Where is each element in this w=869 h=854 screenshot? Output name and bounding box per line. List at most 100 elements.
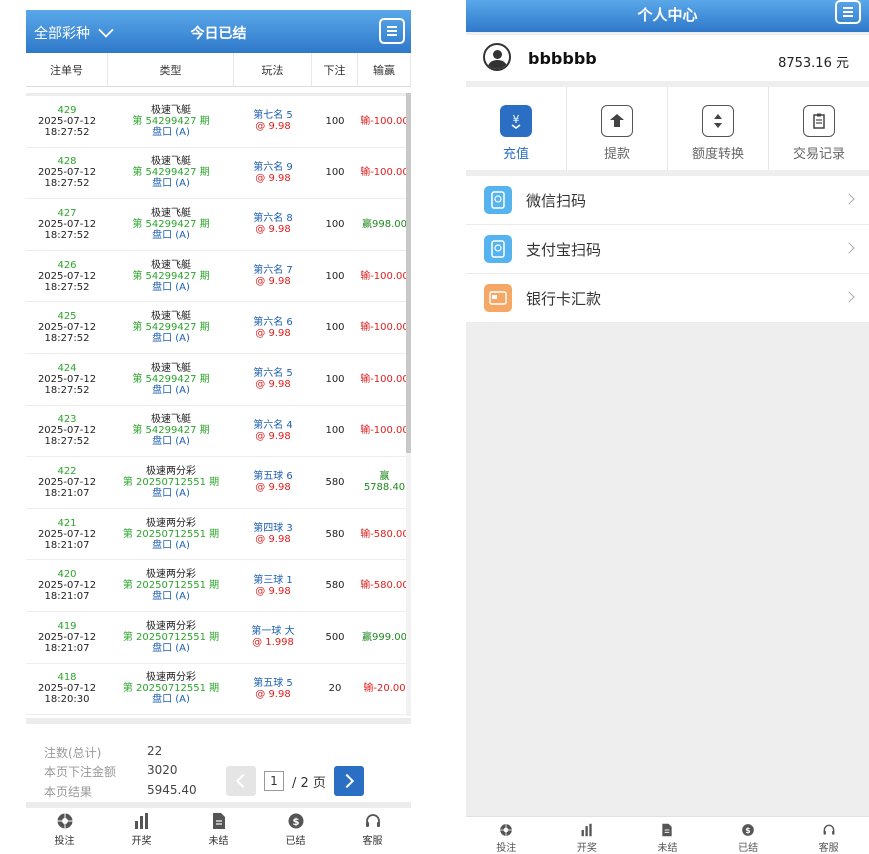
table-row[interactable]: 421 2025-07-12 18:21:07 极速两分彩第 20250712551 … bbox=[26, 509, 411, 561]
result-cell: 输-20.00 bbox=[358, 664, 411, 715]
tab-draw[interactable]: 开奖 bbox=[103, 808, 180, 854]
tab-unsettled[interactable]: 未结 bbox=[180, 808, 257, 854]
menu-icon-bar bbox=[843, 15, 853, 17]
alipay-item[interactable]: 支付宝扫码 bbox=[466, 225, 869, 274]
withdraw-button[interactable]: 提款 bbox=[567, 87, 668, 170]
transactions-button[interactable]: 交易记录 bbox=[769, 87, 869, 170]
odds: @ 9.98 bbox=[255, 379, 291, 391]
prev-page-button[interactable] bbox=[226, 766, 256, 796]
tab-label: 客服 bbox=[362, 836, 383, 847]
scrollbar[interactable] bbox=[406, 93, 411, 716]
bet-id-cell: 420 2025-07-12 18:21:07 bbox=[26, 560, 108, 611]
deposit-button[interactable]: ¥ 充值 bbox=[466, 87, 567, 170]
summary-amount: 本页下注金额 3020 bbox=[44, 763, 178, 780]
result-value: -100.00 bbox=[370, 270, 409, 282]
pan-label: 盘口 (A) bbox=[152, 539, 190, 551]
payment-methods: 微信扫码 支付宝扫码 银行卡汇款 bbox=[466, 176, 869, 323]
bank-transfer-item[interactable]: 银行卡汇款 bbox=[466, 274, 869, 323]
type-cell: 极速飞艇第 54299427 期盘口 (A) bbox=[108, 302, 234, 353]
result-value: -100.00 bbox=[370, 115, 409, 127]
tab-bet[interactable]: 投注 bbox=[26, 808, 103, 854]
issue-number: 第 54299427 期 bbox=[132, 270, 210, 282]
bet-time: 18:27:52 bbox=[44, 229, 90, 241]
stake-cell: 100 bbox=[312, 199, 358, 250]
type-cell: 极速飞艇第 54299427 期盘口 (A) bbox=[108, 251, 234, 302]
bet-date: 2025-07-12 bbox=[37, 683, 97, 695]
bet-date: 2025-07-12 bbox=[37, 580, 97, 592]
result-prefix: 输 bbox=[360, 270, 371, 282]
scrollbar-thumb[interactable] bbox=[406, 93, 411, 453]
bet-date: 2025-07-12 bbox=[37, 631, 97, 643]
issue-number: 第 20250712551 期 bbox=[122, 631, 220, 643]
play-name: 第六名 4 bbox=[253, 419, 293, 431]
result-cell: 输-100.00 bbox=[358, 251, 411, 302]
tab-settled[interactable]: $ 已结 bbox=[257, 808, 334, 854]
summary-result: 本页结果 5945.40 bbox=[44, 783, 197, 800]
menu-button[interactable] bbox=[379, 18, 405, 44]
result: 输-100.00 bbox=[360, 116, 409, 127]
result-prefix: 输 bbox=[360, 373, 371, 385]
tab-label: 已结 bbox=[285, 836, 306, 847]
tab-bet[interactable]: 投注 bbox=[466, 817, 547, 854]
transfer-button[interactable]: 额度转换 bbox=[668, 87, 769, 170]
result-prefix: 输 bbox=[360, 580, 371, 592]
pagination: 1 / 2 页 bbox=[226, 766, 364, 796]
bet-date: 2025-07-12 bbox=[37, 425, 97, 437]
table-row[interactable]: 425 2025-07-12 18:27:52 极速飞艇第 54299427 期盘口 … bbox=[26, 302, 411, 354]
stake-cell: 100 bbox=[312, 302, 358, 353]
table-row[interactable]: 420 2025-07-12 18:21:07 极速两分彩第 20250712551 … bbox=[26, 560, 411, 612]
bet-id-cell: 426 2025-07-12 18:27:52 bbox=[26, 251, 108, 302]
tab-draw[interactable]: 开奖 bbox=[547, 817, 628, 854]
table-row[interactable]: 424 2025-07-12 18:27:52 极速飞艇第 54299427 期盘口 … bbox=[26, 354, 411, 406]
result-prefix: 输 bbox=[360, 167, 371, 179]
summary-count-label: 注数(总计) bbox=[44, 746, 102, 760]
bet-id-cell: 418 2025-07-12 18:20:30 bbox=[26, 664, 108, 715]
bet-id: 423 bbox=[57, 414, 77, 426]
table-row[interactable]: 426 2025-07-12 18:27:52 极速飞艇第 54299427 期盘口 … bbox=[26, 251, 411, 303]
table-row[interactable]: 423 2025-07-12 18:27:52 极速飞艇第 54299427 期盘口 … bbox=[26, 406, 411, 458]
user-center-panel: 个人中心 bbbbbb 8753.16 元 ¥ 充值 提款 额度转换 交易记录 … bbox=[466, 0, 869, 854]
col-play: 玩法 bbox=[234, 53, 312, 86]
tab-support[interactable]: 客服 bbox=[334, 808, 411, 854]
account-actions: ¥ 充值 提款 额度转换 交易记录 bbox=[466, 87, 869, 170]
play-cell: 第六名 6 @ 9.98 bbox=[234, 302, 312, 353]
pan-label: 盘口 (A) bbox=[152, 229, 190, 241]
result: 赢998.00 bbox=[362, 219, 407, 230]
table-row[interactable]: 419 2025-07-12 18:21:07 极速两分彩第 20250712551 … bbox=[26, 612, 411, 664]
bet-list[interactable]: 429 2025-07-12 18:27:52 极速飞艇第 54299427 期盘口 … bbox=[26, 93, 411, 716]
play-cell: 第六名 5 @ 9.98 bbox=[234, 354, 312, 405]
wechat-pay-item[interactable]: 微信扫码 bbox=[466, 176, 869, 225]
play-cell: 第六名 7 @ 9.98 bbox=[234, 251, 312, 302]
bet-date: 2025-07-12 bbox=[37, 476, 97, 488]
table-row[interactable]: 427 2025-07-12 18:27:52 极速飞艇第 54299427 期盘口 … bbox=[26, 199, 411, 251]
type-cell: 极速飞艇第 54299427 期盘口 (A) bbox=[108, 96, 234, 147]
play-name: 第六名 5 bbox=[253, 368, 293, 380]
table-row[interactable]: 428 2025-07-12 18:27:52 极速飞艇第 54299427 期盘口 … bbox=[26, 148, 411, 200]
tab-settled[interactable]: $ 已结 bbox=[708, 817, 789, 854]
bet-time: 18:20:30 bbox=[44, 694, 90, 706]
type-cell: 极速飞艇第 54299427 期盘口 (A) bbox=[108, 199, 234, 250]
tab-unsettled[interactable]: 未结 bbox=[627, 817, 708, 854]
page-number-input[interactable]: 1 bbox=[264, 771, 284, 791]
table-row[interactable]: 418 2025-07-12 18:20:30 极速两分彩第 20250712551 … bbox=[26, 664, 411, 716]
svg-text:$: $ bbox=[292, 817, 299, 828]
bet-time: 18:21:07 bbox=[44, 642, 90, 654]
play-name: 第五球 6 bbox=[253, 471, 293, 483]
result: 输-20.00 bbox=[363, 683, 405, 694]
tab-support[interactable]: 客服 bbox=[788, 817, 869, 854]
menu-button[interactable] bbox=[835, 0, 861, 24]
bar-chart-icon bbox=[134, 813, 148, 829]
result-value: 999.00 bbox=[372, 631, 407, 643]
stake: 100 bbox=[325, 270, 345, 282]
issue-number: 第 20250712551 期 bbox=[122, 580, 220, 592]
balance: 8753.16 元 bbox=[778, 56, 849, 71]
table-row[interactable]: 422 2025-07-12 18:21:07 极速两分彩第 20250712551 … bbox=[26, 457, 411, 509]
bottom-tab-bar: 投注 开奖 未结 $ 已结 客服 bbox=[26, 802, 411, 854]
alipay-label: 支付宝扫码 bbox=[526, 240, 602, 259]
result-value: -100.00 bbox=[370, 167, 409, 179]
table-row[interactable]: 429 2025-07-12 18:27:52 极速飞艇第 54299427 期盘口 … bbox=[26, 96, 411, 148]
play-cell: 第四球 3 @ 9.98 bbox=[234, 509, 312, 560]
next-page-button[interactable] bbox=[333, 766, 364, 796]
stake: 100 bbox=[325, 373, 345, 385]
result: 输-100.00 bbox=[360, 374, 409, 385]
